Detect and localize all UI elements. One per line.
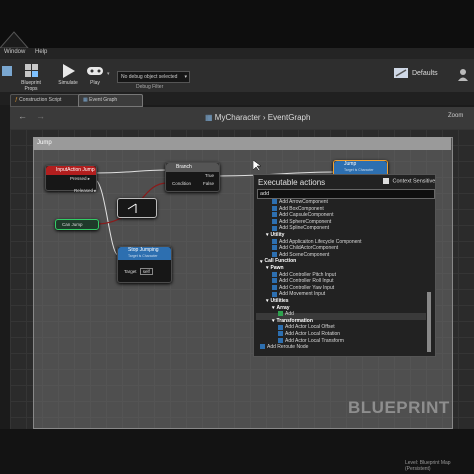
menu-item-label: Add Actor Local Offset	[285, 324, 335, 331]
node-stop-jumping[interactable]: Stop Jumping Target is Character Target …	[117, 246, 172, 283]
node-can-jump[interactable]: Can Jump	[55, 219, 99, 230]
menu-item-label: Add Applicaiton Lifecycle Component	[279, 238, 362, 245]
menu-item-label: Add Controller Yaw Input	[279, 284, 335, 291]
menu-item-label: Add Controller Roll Input	[279, 278, 334, 285]
pin-released[interactable]: Released ▸	[74, 188, 97, 194]
checkbox-checked-icon[interactable]	[383, 178, 389, 184]
function-icon	[272, 245, 277, 251]
menu-action-item[interactable]: Add Reroute Node	[256, 344, 308, 351]
menu-item-label: Transformation	[276, 317, 313, 324]
menu-item-label: Add ArrowComponent	[279, 199, 328, 205]
menu-item-label: Utility	[270, 232, 285, 238]
function-icon	[278, 331, 283, 337]
context-menu-search-input[interactable]: add	[257, 189, 435, 199]
node-jump-title: Jump	[344, 161, 357, 167]
function-icon	[272, 199, 277, 205]
node-input-action-title: InputAction Jump	[56, 167, 95, 173]
exec-wire-released	[94, 179, 119, 256]
menu-item-label: Add Actor Local Transform	[285, 337, 344, 344]
function-icon	[272, 225, 277, 231]
node-jump-subtitle: Target is Character	[344, 168, 374, 172]
function-icon	[272, 271, 277, 277]
pin-pressed-label: Pressed	[69, 176, 87, 181]
function-icon	[272, 212, 277, 218]
context-sensitive-label: Context Sensitive	[392, 178, 436, 185]
menu-item-label: Add BoxComponent	[279, 205, 324, 212]
mouse-cursor-icon	[253, 160, 261, 172]
menu-item-label: Add	[285, 311, 294, 318]
function-icon	[278, 337, 283, 343]
function-icon	[272, 218, 277, 224]
exec-wire-pressed	[94, 169, 168, 174]
menu-item-label: Add Movement Input	[279, 291, 326, 298]
menu-item-label: Add SphereComponent	[279, 218, 332, 225]
menu-item-label: Add CapsuleComponent	[279, 212, 334, 219]
menu-item-label: Add ChildActorComponent	[279, 245, 339, 252]
expand-arrow-icon: ▾	[272, 317, 275, 324]
node-branch-header: Branch	[166, 163, 219, 172]
menu-item-label: Add Actor Local Rotation	[285, 331, 341, 337]
menu-item-label: Utilities	[270, 298, 289, 304]
node-branch-title: Branch	[176, 164, 192, 170]
node-function-icon	[127, 203, 137, 213]
node-selected-small[interactable]	[117, 198, 157, 218]
pin-released-label: Released	[74, 188, 94, 193]
expand-arrow-icon: ▾	[266, 232, 269, 239]
bottom-panel	[0, 429, 474, 474]
pin-true[interactable]: True	[166, 172, 219, 180]
pin-target-self: self	[139, 268, 153, 275]
pin-false-label: False	[202, 181, 214, 186]
menu-item-label: Add Reroute Node	[267, 344, 309, 351]
pin-condition-label: Condition	[172, 181, 192, 186]
node-can-jump-title: Can Jump	[62, 222, 83, 227]
node-stop-jumping-title: Stop Jumping	[128, 247, 159, 253]
menu-item-label: Pawn	[270, 265, 284, 271]
function-icon	[272, 291, 277, 297]
function-icon	[278, 324, 283, 330]
context-menu-scrollbar[interactable]	[427, 292, 431, 352]
pin-condition[interactable]: Condition False	[166, 180, 219, 188]
expand-arrow-icon: ▾	[266, 265, 269, 272]
function-icon	[272, 205, 277, 211]
menu-item-label: Add SceneComponent	[279, 251, 330, 258]
expand-arrow-icon: ▾	[260, 258, 263, 265]
menu-item-label: Call Function	[264, 258, 297, 265]
pin-true-label: True	[204, 173, 214, 178]
function-icon	[272, 278, 277, 284]
expand-arrow-icon: ▾	[272, 304, 275, 311]
function-icon	[272, 238, 277, 244]
menu-item-label: Add Controller Pitch Input	[279, 271, 336, 278]
node-jump-header: Jump Target is Character	[334, 161, 387, 174]
node-input-action-header: InputAction Jump	[46, 166, 96, 175]
blueprint-watermark: BLUEPRINT	[348, 398, 450, 417]
context-sensitive-toggle[interactable]: Context Sensitive	[383, 178, 435, 184]
pin-pressed[interactable]: Pressed ▸	[46, 175, 96, 183]
menu-item-label: Array	[276, 304, 290, 311]
menu-item-label: Add SplineComponent	[279, 225, 330, 232]
pin-target-label: Target	[124, 269, 137, 274]
function-icon	[272, 251, 277, 257]
context-menu-title: Executable actions	[258, 178, 326, 187]
expand-arrow-icon: ▾	[266, 298, 269, 305]
pin-target[interactable]: Target self	[118, 268, 171, 276]
function-icon	[260, 344, 265, 350]
node-stop-jumping-header: Stop Jumping Target is Character	[118, 247, 171, 260]
node-branch[interactable]: Branch True Condition False	[165, 162, 220, 192]
function-icon	[272, 284, 277, 290]
node-stop-jumping-subtitle: Target is Character	[128, 254, 158, 258]
status-level-text: Level: Blueprint Map (Persistent)	[405, 460, 451, 472]
context-menu-list: Add ArrowComponent Add BoxComponent Add Ca…	[256, 199, 426, 354]
function-icon	[278, 311, 283, 317]
